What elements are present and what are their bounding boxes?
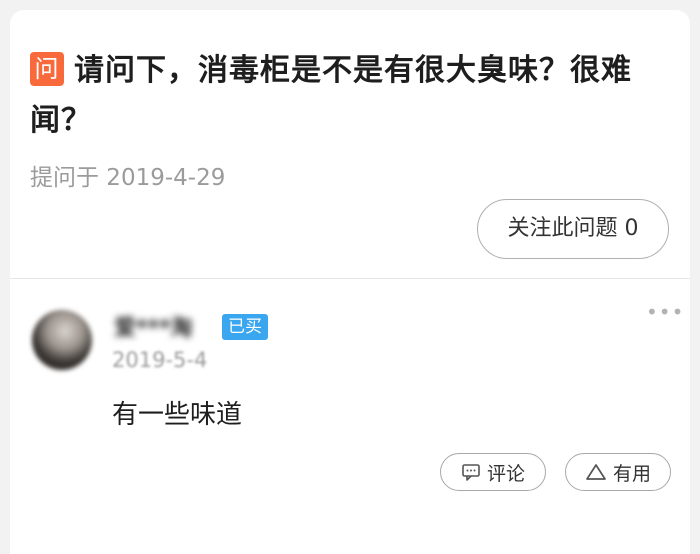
useful-button[interactable]: 有用 (565, 453, 671, 491)
question-date: 提问于 2019-4-29 (30, 165, 226, 191)
useful-label: 有用 (612, 462, 651, 485)
avatar[interactable] (32, 310, 92, 370)
more-options-icon[interactable]: ••• (646, 302, 684, 322)
question-title-block: 问请问下，消毒柜是不是有很大臭味？很难闻？ (30, 46, 670, 146)
triangle-up-icon (586, 464, 606, 480)
question-title: 请问下，消毒柜是不是有很大臭味？很难闻？ (30, 53, 632, 138)
question-card: 问请问下，消毒柜是不是有很大臭味？很难闻？ 提问于 2019-4-29 关注此问… (10, 10, 690, 554)
user-name: 爱***淘 (114, 316, 193, 341)
comment-label: 评论 (486, 462, 525, 485)
answer-date: 2019-5-4 (112, 348, 208, 372)
comment-button[interactable]: 评论 (440, 453, 546, 491)
answer-text: 有一些味道 (112, 400, 243, 430)
question-badge: 问 (30, 52, 64, 86)
follow-question-button[interactable]: 关注此问题 0 (477, 199, 669, 259)
divider (10, 278, 690, 279)
bought-badge: 已买 (222, 314, 268, 340)
comment-icon (462, 464, 480, 481)
